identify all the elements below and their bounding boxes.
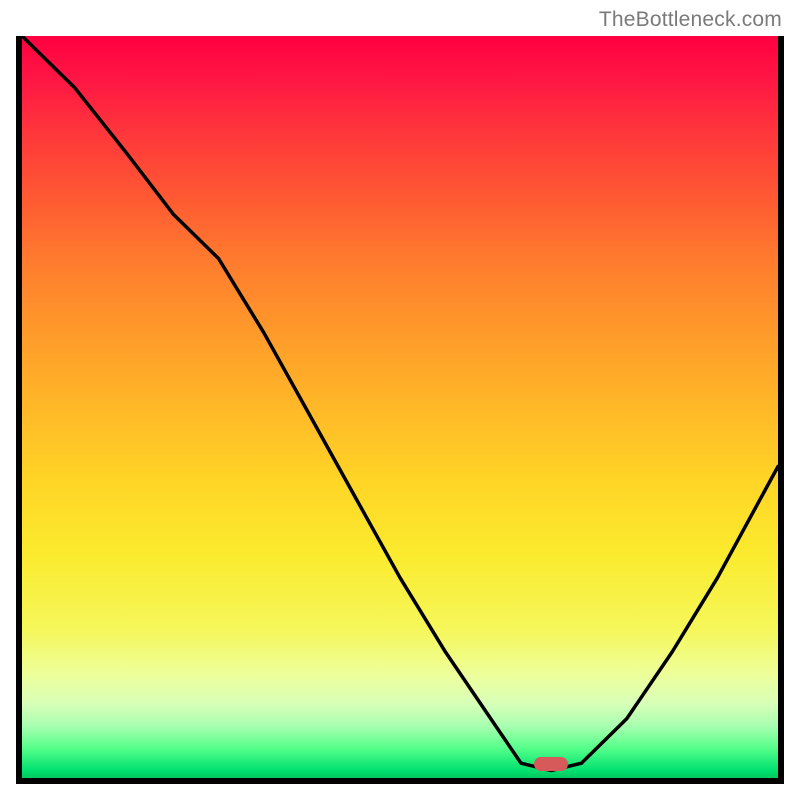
chart-gradient-background: [22, 36, 778, 778]
optimum-marker: [534, 757, 568, 771]
watermark-text: TheBottleneck.com: [599, 8, 782, 32]
chart-frame: [16, 36, 784, 784]
